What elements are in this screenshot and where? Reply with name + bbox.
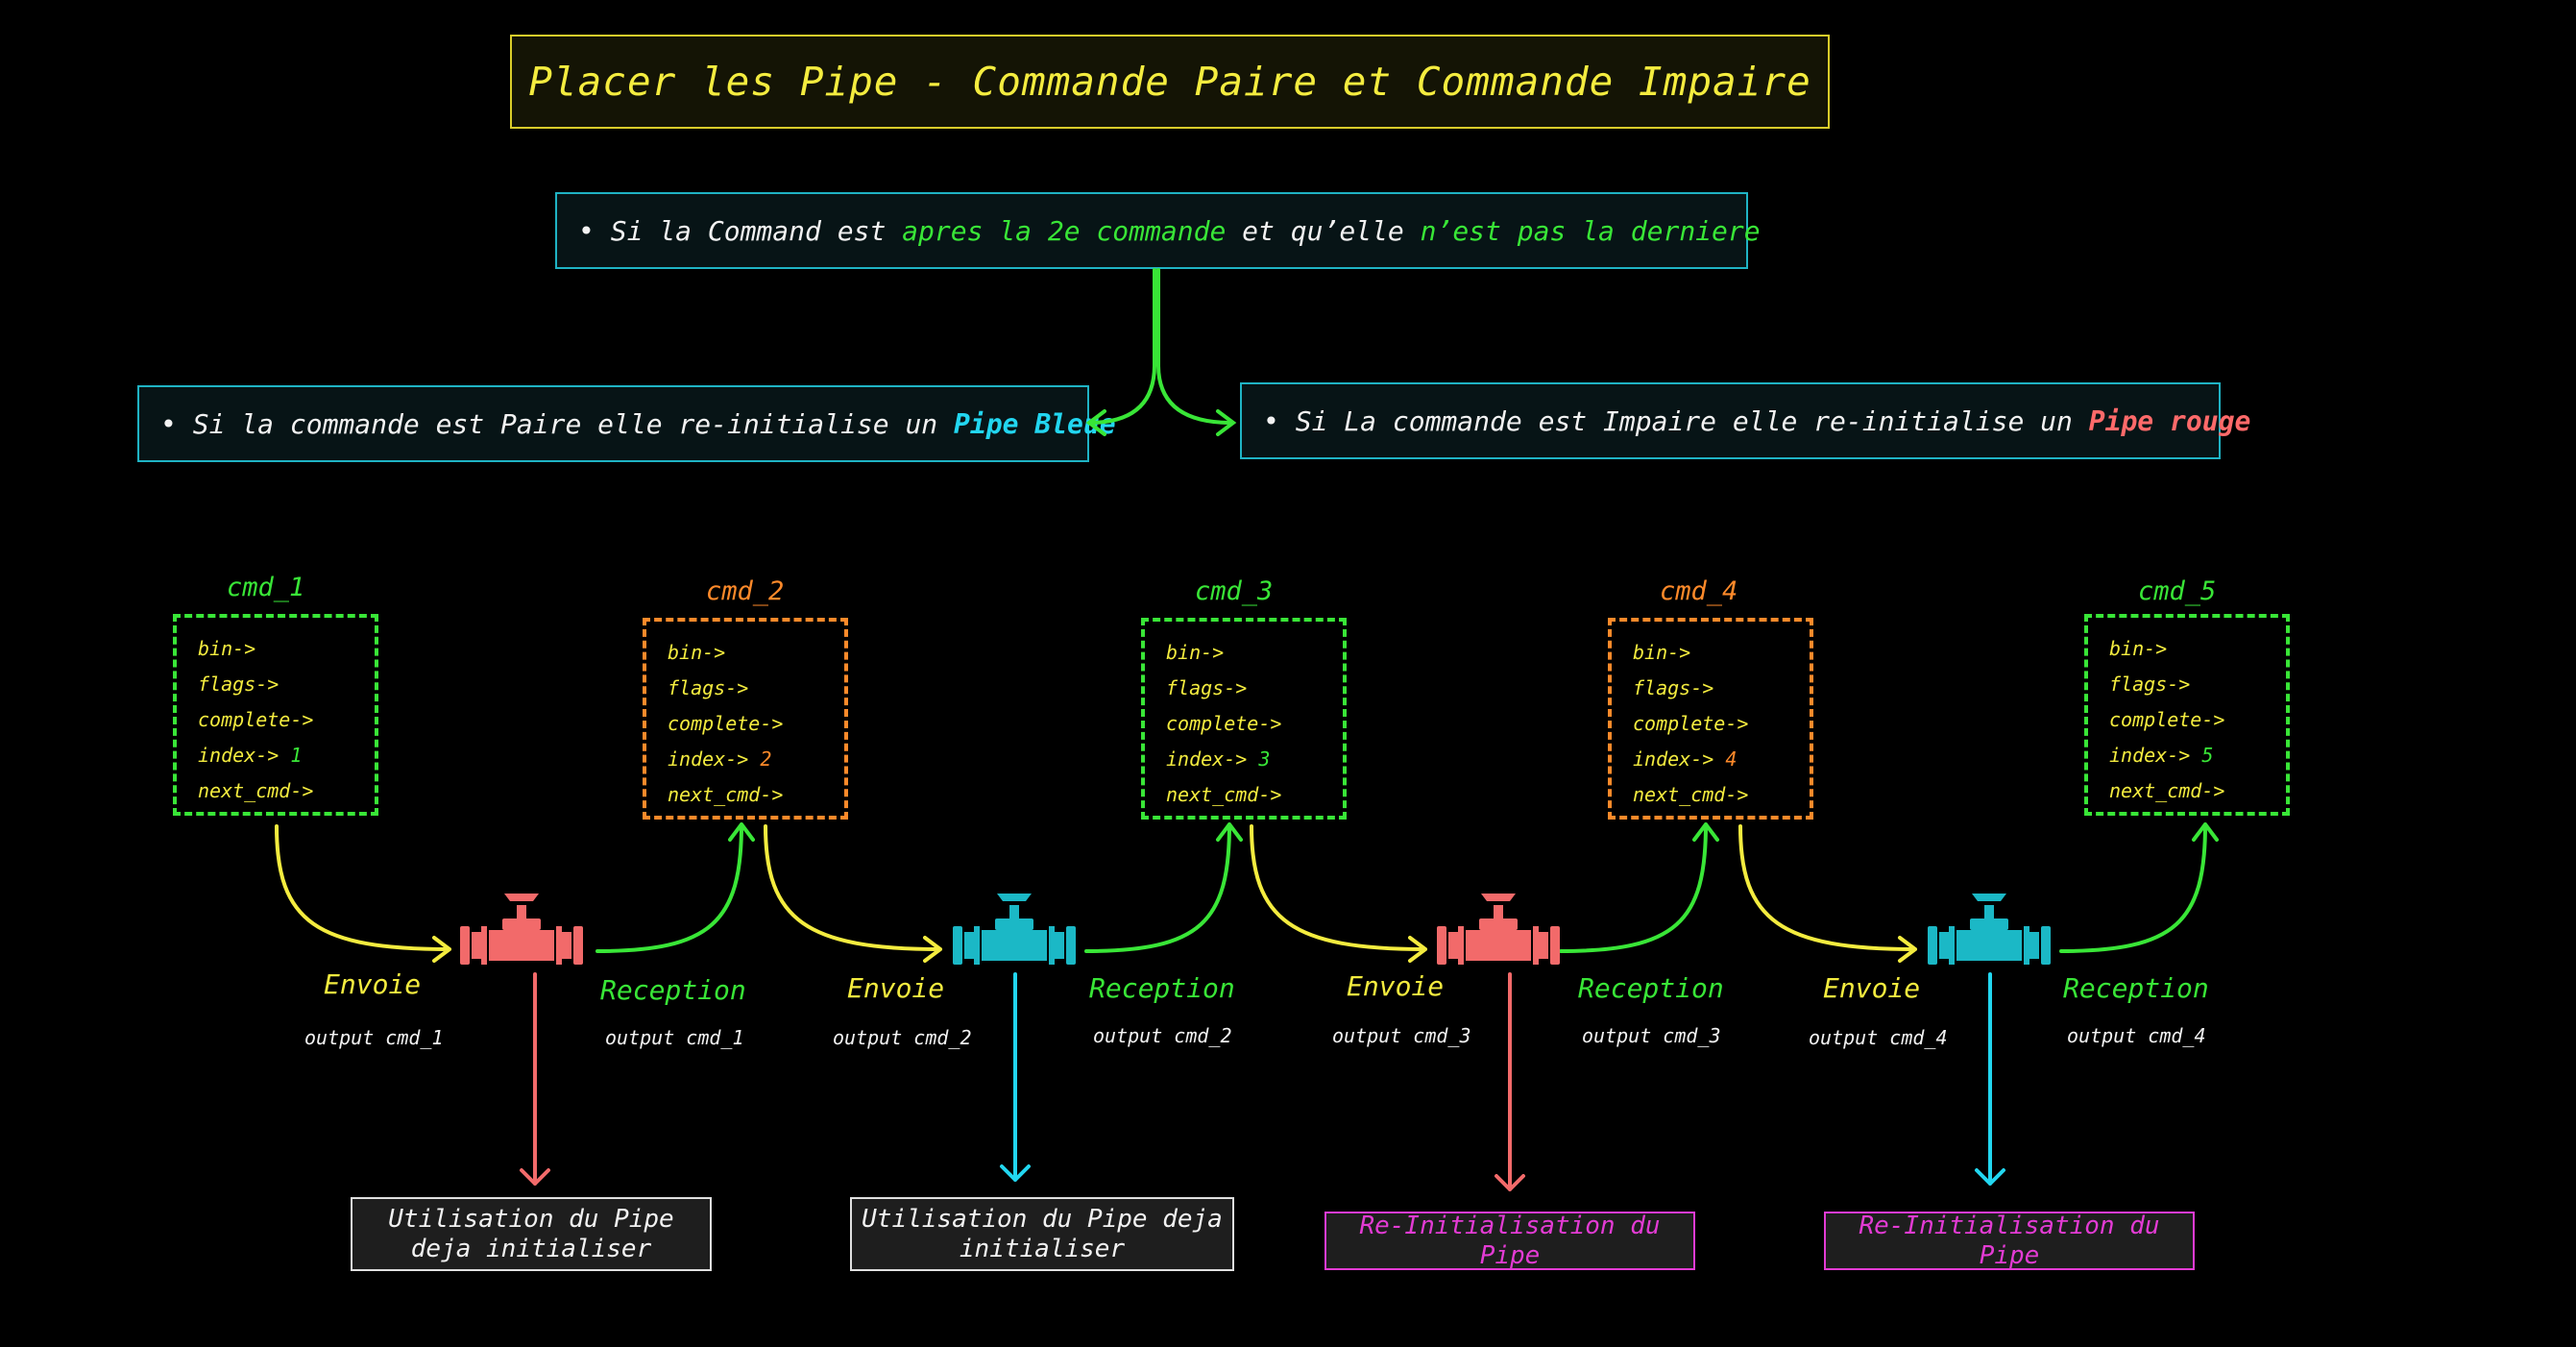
result-box-4: Re-Initialisation du Pipe xyxy=(1824,1212,2195,1270)
down-arrow-2 xyxy=(1000,972,1031,1182)
recv-arrow-4 xyxy=(2059,822,2219,953)
send-arrow-2 xyxy=(764,824,942,963)
result-box-1: Utilisation du Pipe deja initialiser xyxy=(351,1197,712,1271)
cyan-pipe-icon xyxy=(953,894,1076,965)
send-output-1: output cmd_1 xyxy=(304,1026,444,1049)
split-connector xyxy=(1085,268,1237,436)
send-arrow-4 xyxy=(1738,824,1917,963)
cyan-pipe-icon xyxy=(1928,894,2051,965)
send-label-1: Envoie xyxy=(324,968,422,1000)
recv-output-4: output cmd_4 xyxy=(2067,1024,2206,1047)
recv-output-2: output cmd_2 xyxy=(1093,1024,1232,1047)
send-label-4: Envoie xyxy=(1823,972,1921,1004)
recv-output-3: output cmd_3 xyxy=(1582,1024,1721,1047)
red-pipe-icon xyxy=(460,894,583,965)
recv-label-2: Reception xyxy=(1089,972,1235,1004)
result-box-2: Utilisation du Pipe deja initialiser xyxy=(850,1197,1234,1271)
recv-output-1: output cmd_1 xyxy=(605,1026,744,1049)
recv-arrow-1 xyxy=(595,822,755,953)
connectors xyxy=(275,268,2219,1191)
red-pipe-icon xyxy=(1437,894,1560,965)
send-output-2: output cmd_2 xyxy=(833,1026,972,1049)
recv-label-3: Reception xyxy=(1578,972,1724,1004)
result-box-3: Re-Initialisation du Pipe xyxy=(1324,1212,1695,1270)
recv-arrow-3 xyxy=(1559,822,1719,953)
down-arrow-4 xyxy=(1975,972,2005,1186)
send-label-2: Envoie xyxy=(847,972,945,1004)
send-arrow-3 xyxy=(1250,824,1427,963)
recv-arrow-2 xyxy=(1084,822,1243,953)
recv-label-4: Reception xyxy=(2063,972,2209,1004)
send-arrow-1 xyxy=(275,824,451,963)
down-arrow-3 xyxy=(1495,972,1525,1191)
send-output-4: output cmd_4 xyxy=(1809,1026,1948,1049)
send-output-3: output cmd_3 xyxy=(1332,1024,1471,1047)
down-arrow-1 xyxy=(520,972,550,1186)
recv-label-1: Reception xyxy=(600,974,746,1006)
send-label-3: Envoie xyxy=(1347,970,1445,1002)
